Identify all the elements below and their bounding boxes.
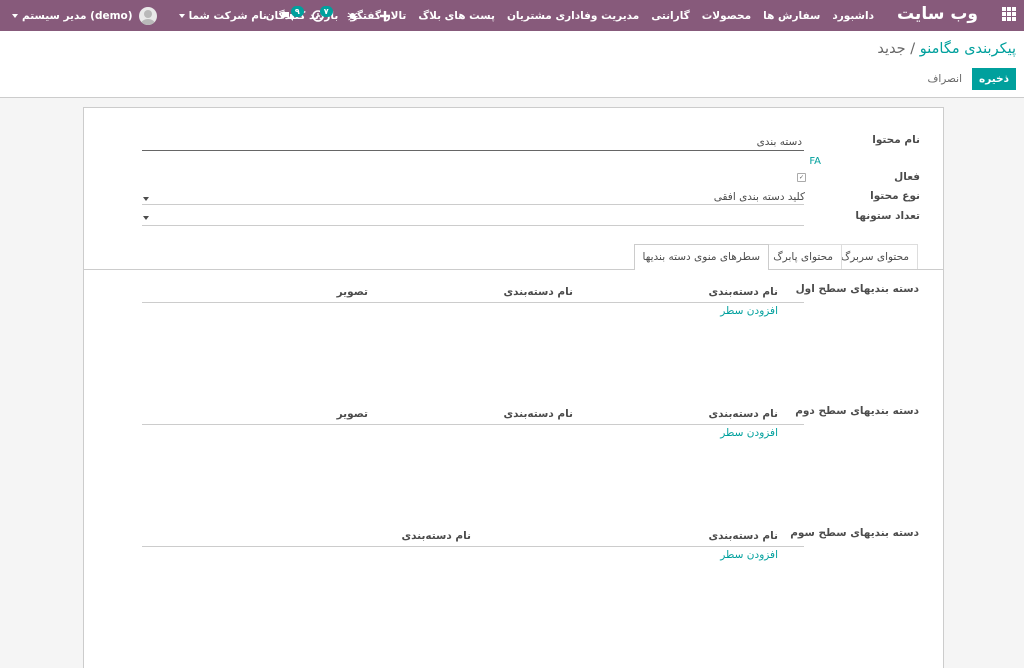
breadcrumb-separator: /	[905, 41, 920, 57]
menu-item-orders[interactable]: سفارش ها	[763, 10, 820, 22]
column-header-image[interactable]: تصویر	[337, 408, 368, 420]
content-type-select[interactable]: کلید دسته بندی افقی	[714, 191, 805, 203]
content-name-input[interactable]: دسته بندی	[757, 136, 802, 148]
apps-grid-icon[interactable]	[1002, 7, 1016, 21]
quick-create-button[interactable]	[379, 10, 390, 21]
menu-item-warranty[interactable]: گارانتی	[651, 10, 690, 22]
form-sheet: نام محتوا دسته بندی FA فعال ✓ نوع محتوا …	[83, 107, 944, 668]
save-button[interactable]: ذخیره	[972, 68, 1016, 90]
top-navbar: وب سایت داشبورد سفارش ها محصولات گارانتی…	[0, 0, 1024, 31]
content-name-underline	[142, 150, 804, 151]
add-line-link[interactable]: افزودن سطر	[720, 549, 778, 561]
level-2-categories-label: دسته بندیهای سطح دوم	[795, 405, 919, 417]
notebook-tabs: محتوای سربرگ محتوای پابرگ سطرهای منوی دس…	[84, 244, 943, 270]
plus-icon	[379, 10, 390, 21]
app-brand[interactable]: وب سایت	[897, 4, 978, 24]
column-header-category-name[interactable]: نام دسته‌بندی	[503, 408, 573, 420]
column-header-category-name[interactable]: نام دسته‌بندی	[401, 530, 471, 542]
breadcrumb: پیکربندی مگامنو / جدید	[877, 41, 1016, 57]
content-name-label: نام محتوا	[872, 134, 920, 146]
chevron-down-icon[interactable]	[143, 197, 149, 201]
bug-icon	[347, 12, 358, 21]
company-switcher[interactable]: نام شرکت شما	[175, 10, 267, 22]
company-name: نام شرکت شما	[188, 9, 267, 22]
level-1-categories-label: دسته بندیهای سطح اول	[795, 283, 919, 295]
breadcrumb-current: جدید	[877, 41, 906, 57]
content-type-label: نوع محتوا	[870, 190, 920, 202]
columns-count-label: تعداد ستونها	[855, 210, 920, 222]
chevron-down-icon	[12, 13, 18, 18]
tab-category-menu-rows[interactable]: سطرهای منوی دسته بندیها	[633, 244, 769, 270]
menu-item-loyalty[interactable]: مدیریت وفاداری مشتریان	[507, 10, 639, 22]
tab-footer-content[interactable]: محتوای پابرگ	[764, 244, 842, 269]
menu-item-dashboard[interactable]: داشبورد	[832, 10, 874, 22]
translate-lang-button[interactable]: FA	[809, 156, 821, 167]
control-panel: پیکربندی مگامنو / جدید ذخیره انصراف	[0, 31, 1024, 98]
discard-button[interactable]: انصراف	[921, 68, 968, 90]
column-header-category-name[interactable]: نام دسته‌بندی	[708, 530, 778, 542]
level-3-categories-label: دسته بندیهای سطح سوم	[790, 527, 919, 539]
column-header-category-name[interactable]: نام دسته‌بندی	[503, 286, 573, 298]
menu-item-products[interactable]: محصولات	[702, 10, 751, 22]
systray: مدیر سیستم (demo) نام شرکت شما ۹ ۷	[8, 0, 390, 31]
menu-item-blog-posts[interactable]: پست های بلاگ	[418, 10, 495, 22]
activities-button[interactable]: ۷	[311, 6, 333, 22]
messages-badge: ۹	[290, 6, 304, 17]
user-name: مدیر سیستم (demo)	[22, 9, 133, 22]
user-menu[interactable]: مدیر سیستم (demo)	[8, 6, 157, 25]
table-header-line	[142, 546, 804, 547]
content-type-underline	[142, 204, 804, 205]
column-header-image[interactable]: تصویر	[337, 286, 368, 298]
chevron-down-icon	[178, 13, 185, 18]
avatar	[138, 6, 157, 25]
tab-header-content[interactable]: محتوای سربرگ	[831, 244, 918, 269]
active-checkbox[interactable]: ✓	[797, 173, 806, 182]
table-header-line	[142, 424, 804, 425]
chevron-down-icon[interactable]	[143, 216, 149, 220]
messages-button[interactable]: ۹	[281, 6, 304, 22]
column-header-category-name[interactable]: نام دسته‌بندی	[708, 408, 778, 420]
add-line-link[interactable]: افزودن سطر	[720, 427, 778, 439]
breadcrumb-parent[interactable]: پیکربندی مگامنو	[920, 41, 1016, 57]
debug-button[interactable]	[347, 10, 358, 21]
column-header-category-name[interactable]: نام دسته‌بندی	[708, 286, 778, 298]
active-label: فعال	[894, 171, 920, 183]
add-line-link[interactable]: افزودن سطر	[720, 305, 778, 317]
table-header-line	[142, 302, 804, 303]
columns-count-underline	[142, 225, 804, 226]
activities-badge: ۷	[319, 6, 333, 17]
